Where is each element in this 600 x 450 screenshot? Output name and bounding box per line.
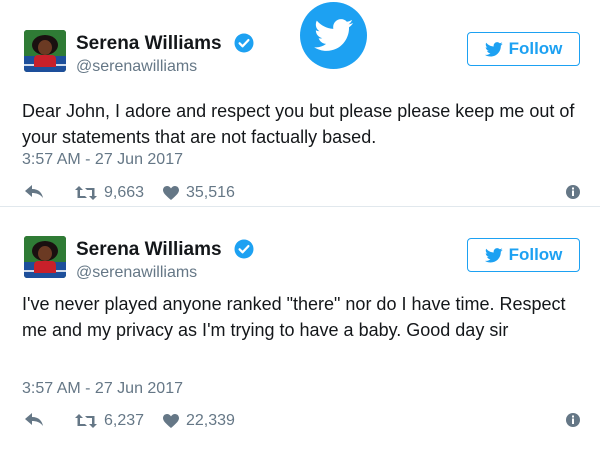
reply-icon: [25, 185, 43, 198]
retweet-icon: [75, 186, 97, 200]
tweet-text: I've never played anyone ranked "there" …: [22, 294, 566, 340]
twitter-bird-icon: [484, 41, 503, 56]
tweet-card: Serena Williams @serenawilliams Follow I…: [0, 206, 600, 450]
info-icon: [566, 413, 580, 427]
verified-badge-icon: [234, 239, 254, 259]
retweet-count: 9,663: [104, 184, 145, 201]
avatar[interactable]: [24, 236, 66, 278]
tweet-text: Dear John, I adore and respect you but p…: [22, 101, 575, 147]
like-button[interactable]: 22,339: [162, 412, 235, 430]
avatar[interactable]: [24, 30, 66, 72]
tweet-timestamp[interactable]: 3:57 AM - 27 Jun 2017: [22, 151, 183, 169]
verified-badge-icon: [234, 33, 254, 53]
author-name[interactable]: Serena Williams: [76, 239, 222, 261]
tweet-actions: 9,663 35,516: [22, 184, 582, 206]
like-count: 22,339: [186, 412, 235, 429]
more-info-button[interactable]: [565, 412, 581, 428]
tweet-card: Serena Williams @serenawilliams Follow D…: [0, 0, 600, 206]
author-handle[interactable]: @serenawilliams: [76, 264, 197, 282]
heart-icon: [163, 414, 179, 428]
info-icon: [566, 185, 580, 199]
retweet-count: 6,237: [104, 412, 145, 429]
retweet-button[interactable]: 9,663: [74, 184, 144, 202]
heart-icon: [163, 186, 179, 200]
like-count: 35,516: [186, 184, 235, 201]
follow-button[interactable]: Follow: [467, 238, 580, 272]
follow-label: Follow: [508, 39, 563, 58]
author-name[interactable]: Serena Williams: [76, 33, 222, 55]
like-button[interactable]: 35,516: [162, 184, 235, 202]
follow-button[interactable]: Follow: [467, 32, 580, 66]
retweet-icon: [75, 414, 97, 428]
author-handle[interactable]: @serenawilliams: [76, 58, 197, 76]
reply-icon: [25, 413, 43, 426]
reply-button[interactable]: [24, 412, 44, 428]
twitter-bird-icon: [484, 247, 503, 262]
tweet-actions: 6,237 22,339: [22, 412, 582, 434]
more-info-button[interactable]: [565, 184, 581, 200]
tweet-timestamp[interactable]: 3:57 AM - 27 Jun 2017: [22, 380, 183, 398]
follow-label: Follow: [508, 245, 563, 264]
reply-button[interactable]: [24, 184, 44, 200]
retweet-button[interactable]: 6,237: [74, 412, 144, 430]
